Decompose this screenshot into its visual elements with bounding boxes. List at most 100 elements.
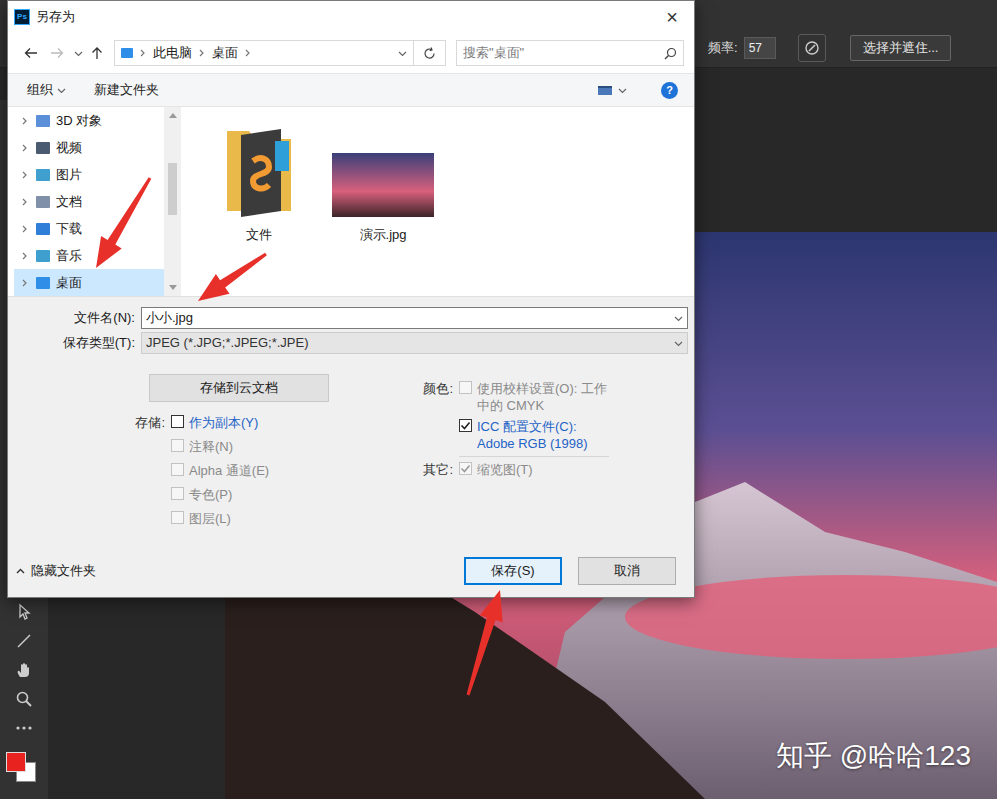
annotations xyxy=(0,0,997,799)
nav-item[interactable]: 下载 xyxy=(14,215,164,242)
checkbox[interactable] xyxy=(171,415,184,428)
option-row: 使用校样设置(O): 工作中的 CMYK xyxy=(459,380,617,414)
view-icon[interactable] xyxy=(598,86,627,95)
checkbox xyxy=(171,439,184,452)
dialog-footer: 隐藏文件夹 保存(S) 取消 xyxy=(8,557,694,597)
nav-item[interactable]: 3D 对象 xyxy=(14,107,164,134)
file-list: 文件演示.jpg xyxy=(181,107,694,296)
zoom-tool-icon[interactable] xyxy=(0,684,48,713)
image-thumbnail xyxy=(332,153,434,217)
annotation-arrow-icon xyxy=(96,177,151,268)
other-group: 其它:缩览图(T) xyxy=(416,461,617,485)
app-icon: Ps xyxy=(14,9,30,25)
expand-icon[interactable] xyxy=(20,225,30,233)
search-icon xyxy=(664,47,677,60)
scroll-thumb[interactable] xyxy=(168,163,177,215)
breadcrumb-chevron-icon[interactable] xyxy=(139,49,147,57)
checkbox[interactable] xyxy=(459,419,472,432)
breadcrumb-chevron-icon[interactable] xyxy=(244,49,252,57)
hide-folders-toggle[interactable]: 隐藏文件夹 xyxy=(16,561,96,581)
nav-item[interactable]: 音乐 xyxy=(14,242,164,269)
forward-arrow-icon xyxy=(44,47,70,59)
breadcrumb-item[interactable]: 桌面 xyxy=(212,43,238,63)
divider xyxy=(459,456,609,457)
file-item[interactable]: 文件 xyxy=(203,119,315,245)
checkbox xyxy=(171,487,184,500)
nav-item[interactable]: 文档 xyxy=(14,188,164,215)
title-bar: Ps 另存为 × xyxy=(8,1,694,33)
frequency-field[interactable]: 57 xyxy=(744,37,776,59)
location-icon xyxy=(36,115,50,127)
address-bar[interactable]: 此电脑桌面 xyxy=(114,40,414,66)
checkbox xyxy=(459,381,472,394)
move-tool-icon[interactable] xyxy=(0,597,48,626)
browser-body: 3D 对象视频图片文档下载音乐桌面文件演示.jpg xyxy=(8,107,694,297)
location-icon xyxy=(36,250,50,262)
option-row[interactable]: 作为副本(Y) xyxy=(171,414,329,438)
expand-icon[interactable] xyxy=(20,171,30,179)
save-as-dialog: Ps另存为×此电脑桌面组织新建文件夹?3D 对象视频图片文档下载音乐桌面文件演示… xyxy=(7,0,695,598)
option-row: 专色(P) xyxy=(171,486,329,510)
option-row: 缩览图(T) xyxy=(459,461,617,485)
breadcrumb-item[interactable]: 此电脑 xyxy=(153,43,192,63)
address-dropdown-icon[interactable] xyxy=(398,49,407,58)
organize-menu[interactable]: 组织 xyxy=(27,80,66,100)
help-button[interactable]: ? xyxy=(661,82,678,99)
checkbox xyxy=(171,463,184,476)
folder-icon xyxy=(121,48,133,58)
folder-icon xyxy=(223,121,295,217)
scrollbar[interactable] xyxy=(164,107,181,296)
nav-item[interactable]: 桌面 xyxy=(14,269,164,296)
file-type-row: 保存类型(T):JPEG (*.JPG;*.JPEG;*.JPE) xyxy=(8,332,694,354)
checkbox xyxy=(171,511,184,524)
navigation-pane: 3D 对象视频图片文档下载音乐桌面 xyxy=(8,107,181,296)
pressure-icon[interactable] xyxy=(798,34,826,62)
hand-tool-icon[interactable] xyxy=(0,655,48,684)
checkbox xyxy=(459,462,472,475)
location-icon xyxy=(36,223,50,235)
line-tool-icon[interactable] xyxy=(0,626,48,655)
up-arrow-icon[interactable] xyxy=(86,46,108,60)
dialog-button[interactable]: 保存(S) xyxy=(464,557,562,585)
location-icon xyxy=(36,196,50,208)
dialog-button[interactable]: 取消 xyxy=(578,557,676,585)
watermark: 知乎 @哈哈123 xyxy=(776,735,971,777)
address-row: 此电脑桌面 xyxy=(8,33,694,73)
location-icon xyxy=(36,169,50,181)
search-input[interactable] xyxy=(463,43,664,63)
expand-icon[interactable] xyxy=(20,252,30,260)
nav-item[interactable]: 图片 xyxy=(14,161,164,188)
file-item[interactable]: 演示.jpg xyxy=(327,119,439,245)
annotation-arrow-icon xyxy=(198,253,267,301)
new-folder-button[interactable]: 新建文件夹 xyxy=(94,80,159,100)
option-row: Alpha 通道(E) xyxy=(171,462,329,486)
more-tools-icon[interactable] xyxy=(0,713,48,742)
back-arrow-icon[interactable] xyxy=(18,47,44,59)
close-button[interactable]: × xyxy=(650,1,694,33)
file-type-select[interactable]: JPEG (*.JPG;*.JPEG;*.JPE) xyxy=(141,332,688,354)
color-group: 颜色:使用校样设置(O): 工作中的 CMYKICC 配置文件(C): Adob… xyxy=(416,380,617,452)
expand-icon[interactable] xyxy=(20,279,30,287)
expand-icon[interactable] xyxy=(20,117,30,125)
option-row: 图层(L) xyxy=(171,510,329,534)
dialog-title: 另存为 xyxy=(36,7,75,27)
location-icon xyxy=(36,277,50,289)
save-options: 文件名(N):小小.jpg 保存类型(T):JPEG (*.JPG;*.JPEG;… xyxy=(8,297,694,597)
expand-icon[interactable] xyxy=(20,198,30,206)
annotation-arrow-icon xyxy=(467,590,503,695)
foreground-color-swatch[interactable] xyxy=(6,752,26,772)
nav-item[interactable]: 视频 xyxy=(14,134,164,161)
option-row: 注释(N) xyxy=(171,438,329,462)
option-row[interactable]: ICC 配置文件(C): Adobe RGB (1998) xyxy=(459,418,617,452)
expand-icon[interactable] xyxy=(20,144,30,152)
breadcrumb-chevron-icon[interactable] xyxy=(198,49,206,57)
refresh-button[interactable] xyxy=(414,40,446,66)
search-box[interactable] xyxy=(456,40,684,66)
file-name-field[interactable]: 小小.jpg xyxy=(141,307,688,329)
history-dropdown-icon[interactable] xyxy=(70,49,86,58)
command-bar: 组织 新建文件夹? xyxy=(8,73,694,107)
location-icon xyxy=(36,142,50,154)
select-and-mask-button[interactable]: 选择并遮住... xyxy=(850,35,952,61)
file-name-row: 文件名(N):小小.jpg xyxy=(8,307,694,329)
cloud-save-button[interactable]: 存储到云文档 xyxy=(149,374,329,402)
